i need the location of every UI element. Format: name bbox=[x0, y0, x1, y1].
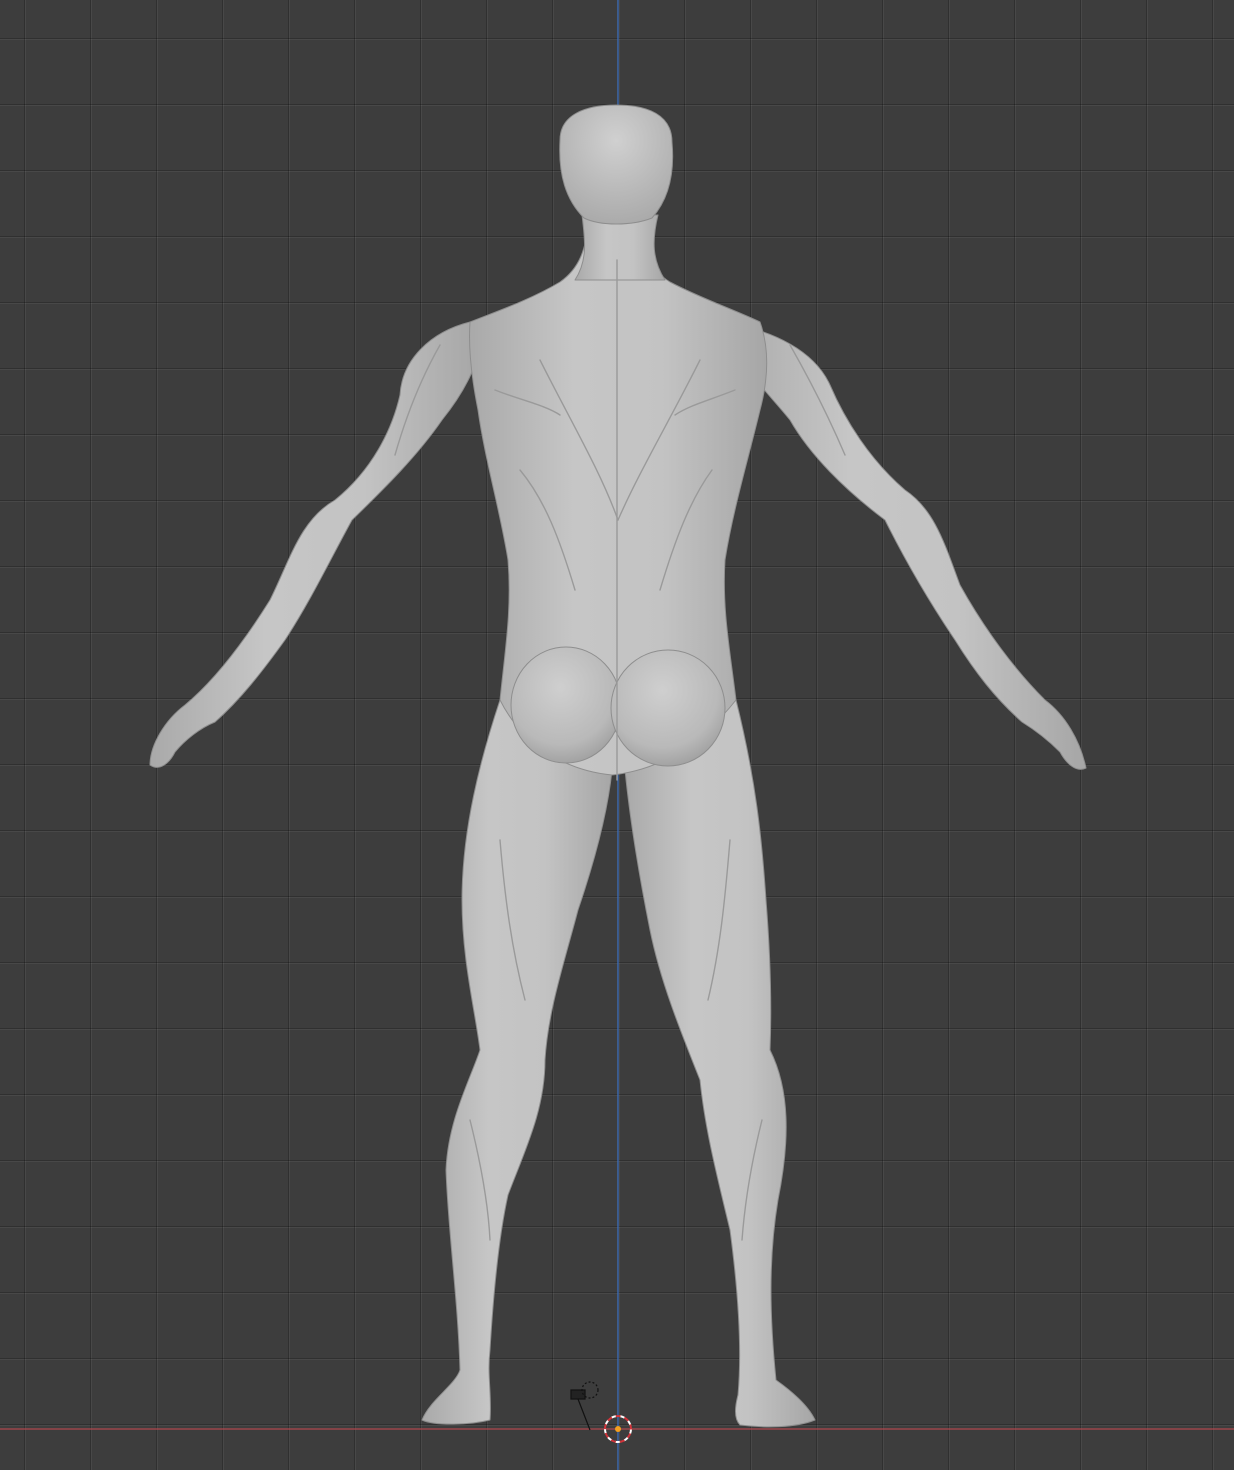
left-arm[interactable] bbox=[149, 321, 481, 768]
3d-viewport[interactable] bbox=[0, 0, 1234, 1470]
right-leg[interactable] bbox=[624, 699, 816, 1428]
right-glute[interactable] bbox=[610, 649, 726, 767]
viewport-scene[interactable] bbox=[0, 0, 1234, 1470]
head[interactable] bbox=[559, 104, 674, 225]
right-arm[interactable] bbox=[721, 321, 1087, 770]
camera-icon[interactable] bbox=[570, 1381, 599, 1431]
left-glute[interactable] bbox=[510, 646, 622, 764]
origin-point-icon[interactable] bbox=[615, 1426, 621, 1432]
left-leg[interactable] bbox=[421, 699, 613, 1425]
neck[interactable] bbox=[574, 214, 666, 281]
